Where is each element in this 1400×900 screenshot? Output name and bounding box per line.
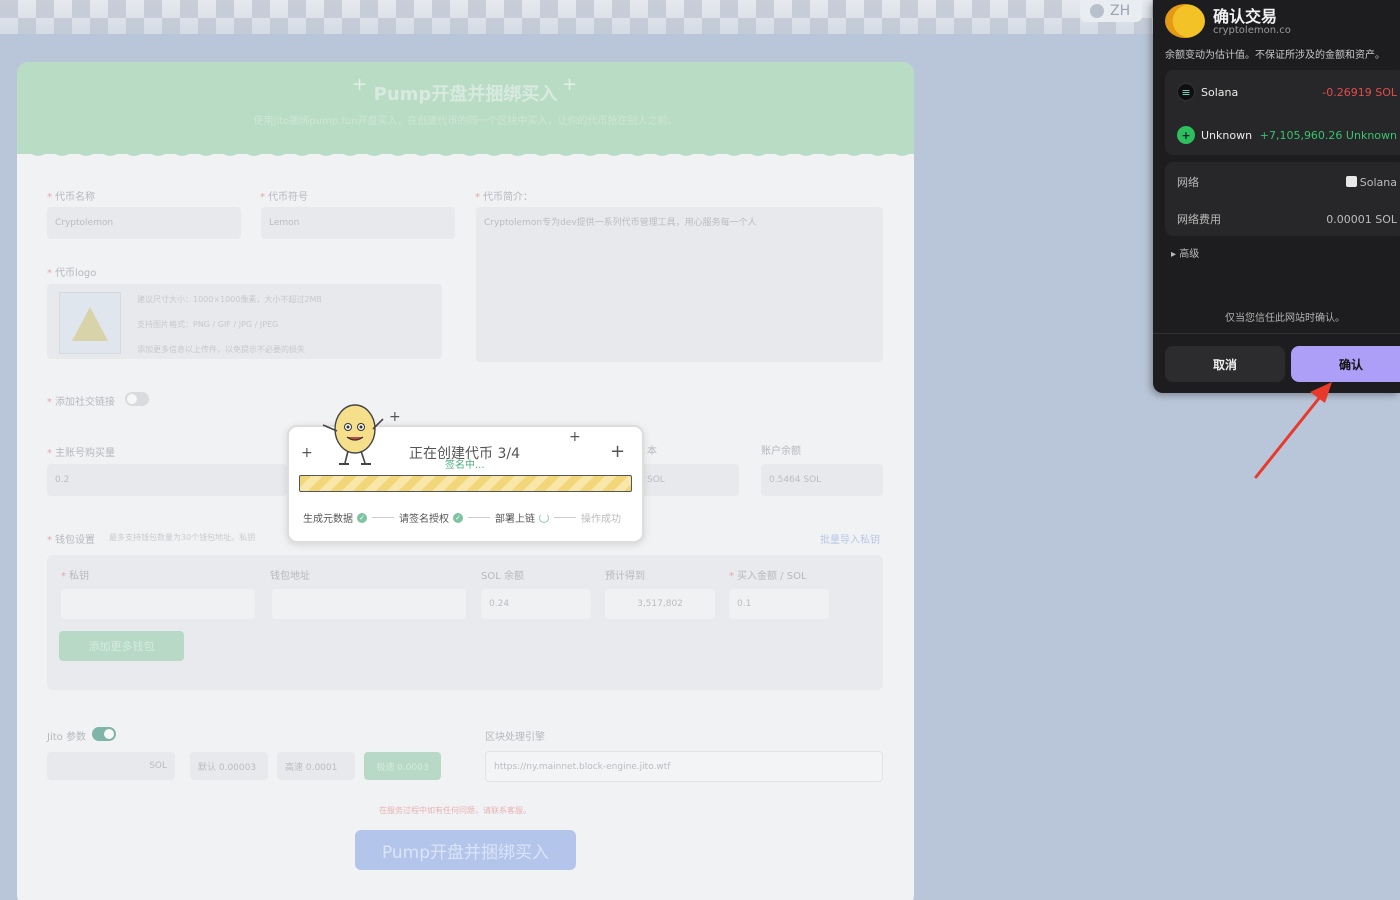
column-expected: 预计得到	[605, 571, 645, 582]
wallet-address-field	[272, 589, 466, 619]
step-label: 部署上链	[495, 514, 535, 525]
fee-value: 0.00001 SOL	[1326, 212, 1397, 226]
fee-label: 网络费用	[1177, 213, 1221, 226]
balance-label: 账户余额	[761, 446, 801, 457]
divider	[1153, 333, 1400, 334]
progress-bar	[299, 475, 632, 492]
wallet-table: * 私钥 钱包地址 SOL 余额 预计得到 * 买入金额 / SOL 0.24 3,…	[47, 555, 883, 690]
buy-amount-label: * 主账号购买量	[47, 448, 115, 459]
token-desc-label: * 代币简介：	[475, 192, 533, 203]
bulk-import-link[interactable]: 批量导入私钥	[820, 531, 880, 546]
card-header: + + Pump开盘并捆绑买入 使用Jito捆绑pump.fun开盘买入，在创建…	[17, 62, 914, 156]
step-label: 操作成功	[581, 514, 621, 525]
logo-tip: 建议尺寸大小：1000×1000像素，大小不超过2MB	[137, 295, 322, 304]
step-divider	[372, 517, 394, 518]
step-label: 请签名授权	[399, 514, 449, 525]
progress-modal: + + + + 正在创建代币 3/4 签名中... 生成元数据 ✓ 请签名授权 …	[287, 404, 644, 543]
logo-thumbnail	[59, 292, 121, 354]
token-name-label: * 代币名称	[47, 192, 95, 203]
language-switch[interactable]: ZH	[1080, 0, 1142, 22]
sparkle-icon: +	[389, 409, 401, 425]
sparkle-icon: +	[569, 429, 581, 445]
network-label: 网络	[1177, 176, 1199, 189]
step-label: 生成元数据	[303, 514, 353, 525]
popup-title: 确认交易	[1213, 7, 1278, 26]
buy-amount-field[interactable]: 0.1	[729, 589, 829, 619]
logo-tip: 添加更多信息以上传件，以免提示不必要的损失	[137, 345, 305, 354]
logo-tip: 支持图片格式：PNG / GIF / JPG / JPEG	[137, 320, 279, 329]
trust-note: 仅当您信任此网站时确认。	[1225, 313, 1345, 324]
jito-label: Jito 参数	[47, 732, 86, 743]
expected-field: 3,517,802	[605, 589, 715, 619]
header-wave	[17, 142, 914, 156]
balance-changes-panel: ≡ Solana -0.26919 SOL + Unknown +7,105,960…	[1165, 70, 1400, 155]
network-value: Solana	[1359, 175, 1397, 189]
social-links-label: * 添加社交链接	[47, 397, 115, 408]
logo-label: * 代币logo	[47, 268, 97, 279]
site-domain: cryptolemon.co	[1213, 25, 1291, 36]
warning-text: 在服务过程中如有任何问题，请联系客服。	[379, 806, 531, 815]
sparkle-icon: +	[301, 445, 313, 461]
social-links-toggle[interactable]	[125, 392, 149, 406]
check-icon: ✓	[357, 512, 367, 523]
advanced-toggle[interactable]: ▸ 高级	[1171, 245, 1199, 260]
check-icon: ✓	[453, 512, 463, 523]
site-logo	[1165, 4, 1205, 38]
balance-note: 余额变动为估计值。不保证所涉及的金额和资产。	[1165, 50, 1385, 61]
network-panel: 网络 Solana 网络费用 0.00001 SOL	[1165, 162, 1400, 236]
submit-button[interactable]: Pump开盘并捆绑买入	[355, 830, 576, 870]
page-subtitle: 使用Jito捆绑pump.fun开盘买入，在创建代币的同一个区块中买入，让你的代…	[253, 116, 678, 127]
jito-option-turbo[interactable]: 极速 0.0003	[364, 752, 441, 780]
balance-change-amount: -0.26919 SOL	[1322, 85, 1397, 99]
jito-option-default[interactable]: 默认 0.00003	[190, 752, 268, 780]
annotation-arrow-icon	[1254, 382, 1332, 479]
logo-upload[interactable]: 建议尺寸大小：1000×1000像素，大小不超过2MB 支持图片格式：PNG /…	[47, 284, 442, 359]
column-sol-balance: SOL 余额	[481, 571, 524, 582]
jito-toggle[interactable]	[92, 727, 116, 741]
globe-icon	[1090, 4, 1104, 18]
modal-subtitle: 签名中...	[445, 460, 485, 471]
buy-amount-input[interactable]: 0.2	[47, 464, 287, 496]
private-key-input[interactable]	[61, 589, 255, 619]
lemon-mascot-icon	[322, 404, 384, 465]
step-divider	[468, 517, 490, 518]
wallet-confirm-popup: 确认交易 cryptolemon.co 余额变动为估计值。不保证所涉及的金额和资…	[1153, 0, 1400, 393]
jito-fee-input[interactable]: SOL	[47, 752, 175, 780]
balance-change-row: ≡ Solana -0.26919 SOL	[1177, 83, 1397, 101]
column-private-key: * 私钥	[61, 571, 89, 582]
network-row: 网络 Solana	[1177, 174, 1397, 190]
jito-option-fast[interactable]: 高速 0.0001	[277, 752, 355, 780]
step-divider	[554, 517, 576, 518]
block-engine-select[interactable]: https://ny.mainnet.block-engine.jito.wtf	[485, 751, 883, 782]
balance-value: 0.5464 SOL	[761, 464, 883, 496]
column-buy-amount: * 买入金额 / SOL	[729, 571, 807, 582]
token-symbol-label: * 代币符号	[260, 192, 308, 203]
sparkle-icon: +	[610, 441, 626, 462]
balance-change-amount: +7,105,960.26 Unknown	[1259, 128, 1397, 142]
solana-icon	[1345, 175, 1357, 187]
language-label: ZH	[1110, 3, 1131, 19]
plus-icon: +	[1177, 126, 1195, 144]
column-address: 钱包地址	[270, 571, 310, 582]
wallet-settings-label: * 钱包设置	[47, 535, 95, 546]
wallet-settings-hint: 最多支持钱包数量为30个钱包地址。私钥	[109, 533, 256, 542]
token-symbol-input[interactable]: Lemon	[261, 207, 455, 239]
page-title: Pump开盘并捆绑买入	[373, 84, 558, 105]
balance-change-row: + Unknown +7,105,960.26 Unknown	[1177, 126, 1397, 144]
add-wallet-button[interactable]: 添加更多钱包	[59, 631, 184, 661]
progress-steps: 生成元数据 ✓ 请签名授权 ✓ 部署上链 操作成功	[303, 510, 621, 525]
fee-row: 网络费用 0.00001 SOL	[1177, 211, 1397, 227]
sol-balance-field: 0.24	[481, 589, 591, 619]
cost-value: SOL	[639, 464, 739, 496]
block-engine-label: 区块处理引擎	[485, 732, 545, 743]
token-name-input[interactable]: Cryptolemon	[47, 207, 241, 239]
cost-label: 本	[647, 446, 657, 457]
solana-icon: ≡	[1177, 83, 1195, 101]
loading-spinner-icon	[539, 512, 549, 523]
token-desc-textarea[interactable]: Cryptolemon专为dev提供一系列代币管理工具，用心服务每一个人	[476, 207, 883, 362]
